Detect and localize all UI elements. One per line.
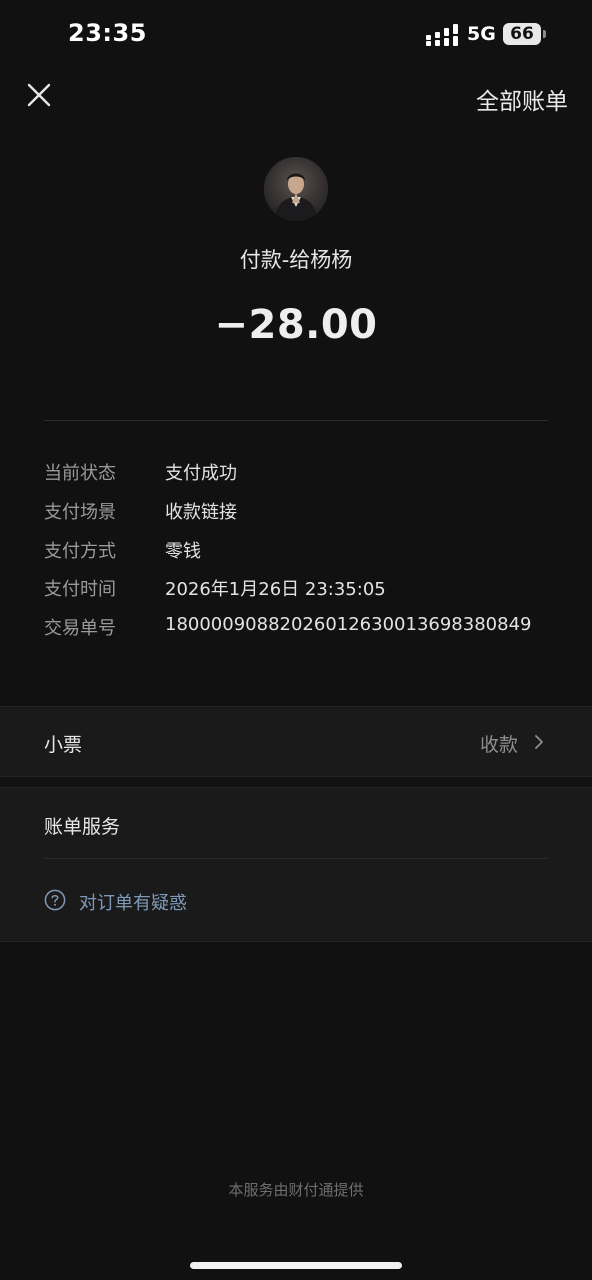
ticket-value: 收款 (479, 734, 518, 756)
status-bar: 23:35 5G 66 (0, 0, 592, 70)
all-bills-button[interactable]: 全部账单 (476, 82, 568, 116)
service-title: 账单服务 (44, 816, 121, 838)
chevron-right-icon (535, 735, 543, 749)
detail-row-time: 支付时间 2026年1月26日 23:35:05 (44, 575, 564, 605)
divider (44, 858, 548, 859)
payment-amount: −28.00 (214, 302, 378, 348)
bill-service-section: 账单服务 对订单有疑惑 (0, 787, 592, 942)
close-icon[interactable] (24, 80, 54, 110)
detail-value[interactable]: 18000090882026012630013698380849 (165, 614, 531, 635)
divider (44, 420, 548, 421)
status-time: 23:35 (68, 19, 147, 47)
detail-value: 收款链接 (165, 502, 237, 523)
ticket-row[interactable]: 小票 收款 (0, 706, 592, 777)
avatar-image (264, 157, 328, 221)
detail-label: 支付场景 (44, 502, 116, 523)
detail-label: 支付方式 (44, 541, 116, 562)
detail-label: 当前状态 (44, 463, 116, 484)
detail-value: 2026年1月26日 23:35:05 (165, 579, 386, 600)
question-text: 对订单有疑惑 (79, 893, 187, 914)
network-label: 5G (467, 23, 496, 45)
ticket-label: 小票 (44, 734, 83, 756)
detail-row-method: 支付方式 零钱 (44, 537, 564, 567)
payee-title: 付款-给杨杨 (239, 248, 353, 272)
battery-tip (543, 30, 546, 38)
detail-row-status: 当前状态 支付成功 (44, 459, 564, 489)
signal-icon (426, 24, 458, 46)
detail-value: 支付成功 (165, 463, 237, 484)
question-circle-icon (44, 889, 66, 911)
home-indicator[interactable] (190, 1262, 402, 1269)
detail-row-scene: 支付场景 收款链接 (44, 498, 564, 528)
battery-icon: 66 (503, 23, 541, 45)
detail-value: 零钱 (165, 541, 201, 562)
detail-label: 支付时间 (44, 579, 116, 600)
detail-label: 交易单号 (44, 618, 116, 639)
footer-text: 本服务由财付通提供 (228, 1181, 364, 1199)
detail-row-transaction-id: 交易单号 18000090882026012630013698380849 (44, 614, 564, 644)
avatar (264, 157, 328, 221)
